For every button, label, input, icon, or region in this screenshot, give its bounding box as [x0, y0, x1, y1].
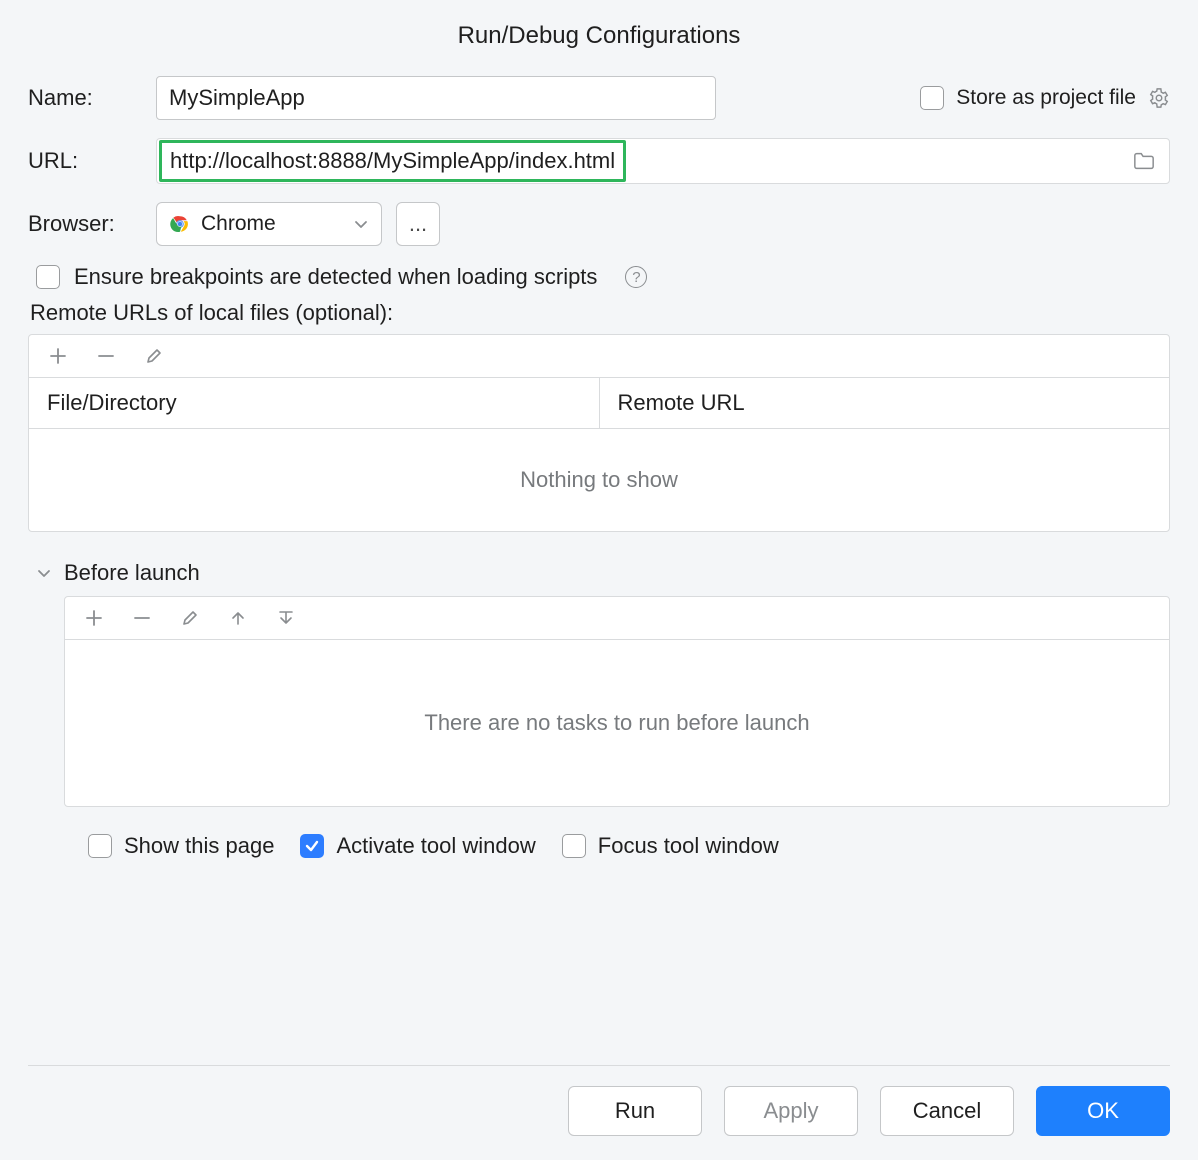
edit-icon[interactable]: [179, 607, 201, 629]
browser-label: Browser:: [28, 211, 156, 237]
ensure-breakpoints-label: Ensure breakpoints are detected when loa…: [74, 264, 597, 290]
before-launch-label: Before launch: [64, 560, 200, 586]
chrome-icon: [169, 213, 191, 235]
add-icon[interactable]: [47, 345, 69, 367]
focus-tool-window-checkbox[interactable]: [562, 834, 586, 858]
url-input[interactable]: http://localhost:8888/MySimpleApp/index.…: [159, 140, 626, 182]
run-button[interactable]: Run: [568, 1086, 702, 1136]
url-field-wrapper: http://localhost:8888/MySimpleApp/index.…: [156, 138, 1170, 184]
remove-icon[interactable]: [95, 345, 117, 367]
browser-selected-value: Chrome: [201, 212, 276, 236]
move-up-icon[interactable]: [227, 607, 249, 629]
remote-urls-panel: File/Directory Remote URL Nothing to sho…: [28, 334, 1170, 532]
before-launch-header[interactable]: Before launch: [36, 560, 1170, 586]
move-down-icon[interactable]: [275, 607, 297, 629]
ok-button[interactable]: OK: [1036, 1086, 1170, 1136]
url-label: URL:: [28, 148, 156, 174]
add-icon[interactable]: [83, 607, 105, 629]
name-label: Name:: [28, 85, 156, 111]
remote-urls-label: Remote URLs of local files (optional):: [30, 300, 1170, 326]
show-page-checkbox[interactable]: [88, 834, 112, 858]
store-project-file-label: Store as project file: [956, 86, 1136, 110]
dialog-title: Run/Debug Configurations: [28, 22, 1170, 50]
folder-icon[interactable]: [1133, 150, 1155, 172]
show-page-label: Show this page: [124, 833, 274, 859]
store-project-file-checkbox[interactable]: [920, 86, 944, 110]
name-input[interactable]: [156, 76, 716, 120]
chevron-down-icon: [353, 216, 369, 232]
browser-options-button[interactable]: ...: [396, 202, 440, 246]
remove-icon[interactable]: [131, 607, 153, 629]
browser-select[interactable]: Chrome: [156, 202, 382, 246]
before-launch-empty: There are no tasks to run before launch: [65, 640, 1169, 806]
before-launch-panel: There are no tasks to run before launch: [64, 596, 1170, 807]
ensure-breakpoints-checkbox[interactable]: [36, 265, 60, 289]
activate-tool-window-checkbox[interactable]: [300, 834, 324, 858]
activate-tool-window-label: Activate tool window: [336, 833, 535, 859]
chevron-down-icon: [36, 565, 52, 581]
remote-urls-empty: Nothing to show: [29, 429, 1169, 531]
apply-button[interactable]: Apply: [724, 1086, 858, 1136]
focus-tool-window-label: Focus tool window: [598, 833, 779, 859]
gear-icon[interactable]: [1148, 87, 1170, 109]
file-directory-column: File/Directory: [29, 378, 600, 428]
edit-icon[interactable]: [143, 345, 165, 367]
cancel-button[interactable]: Cancel: [880, 1086, 1014, 1136]
help-icon[interactable]: ?: [625, 266, 647, 288]
remote-url-column: Remote URL: [600, 378, 1170, 428]
